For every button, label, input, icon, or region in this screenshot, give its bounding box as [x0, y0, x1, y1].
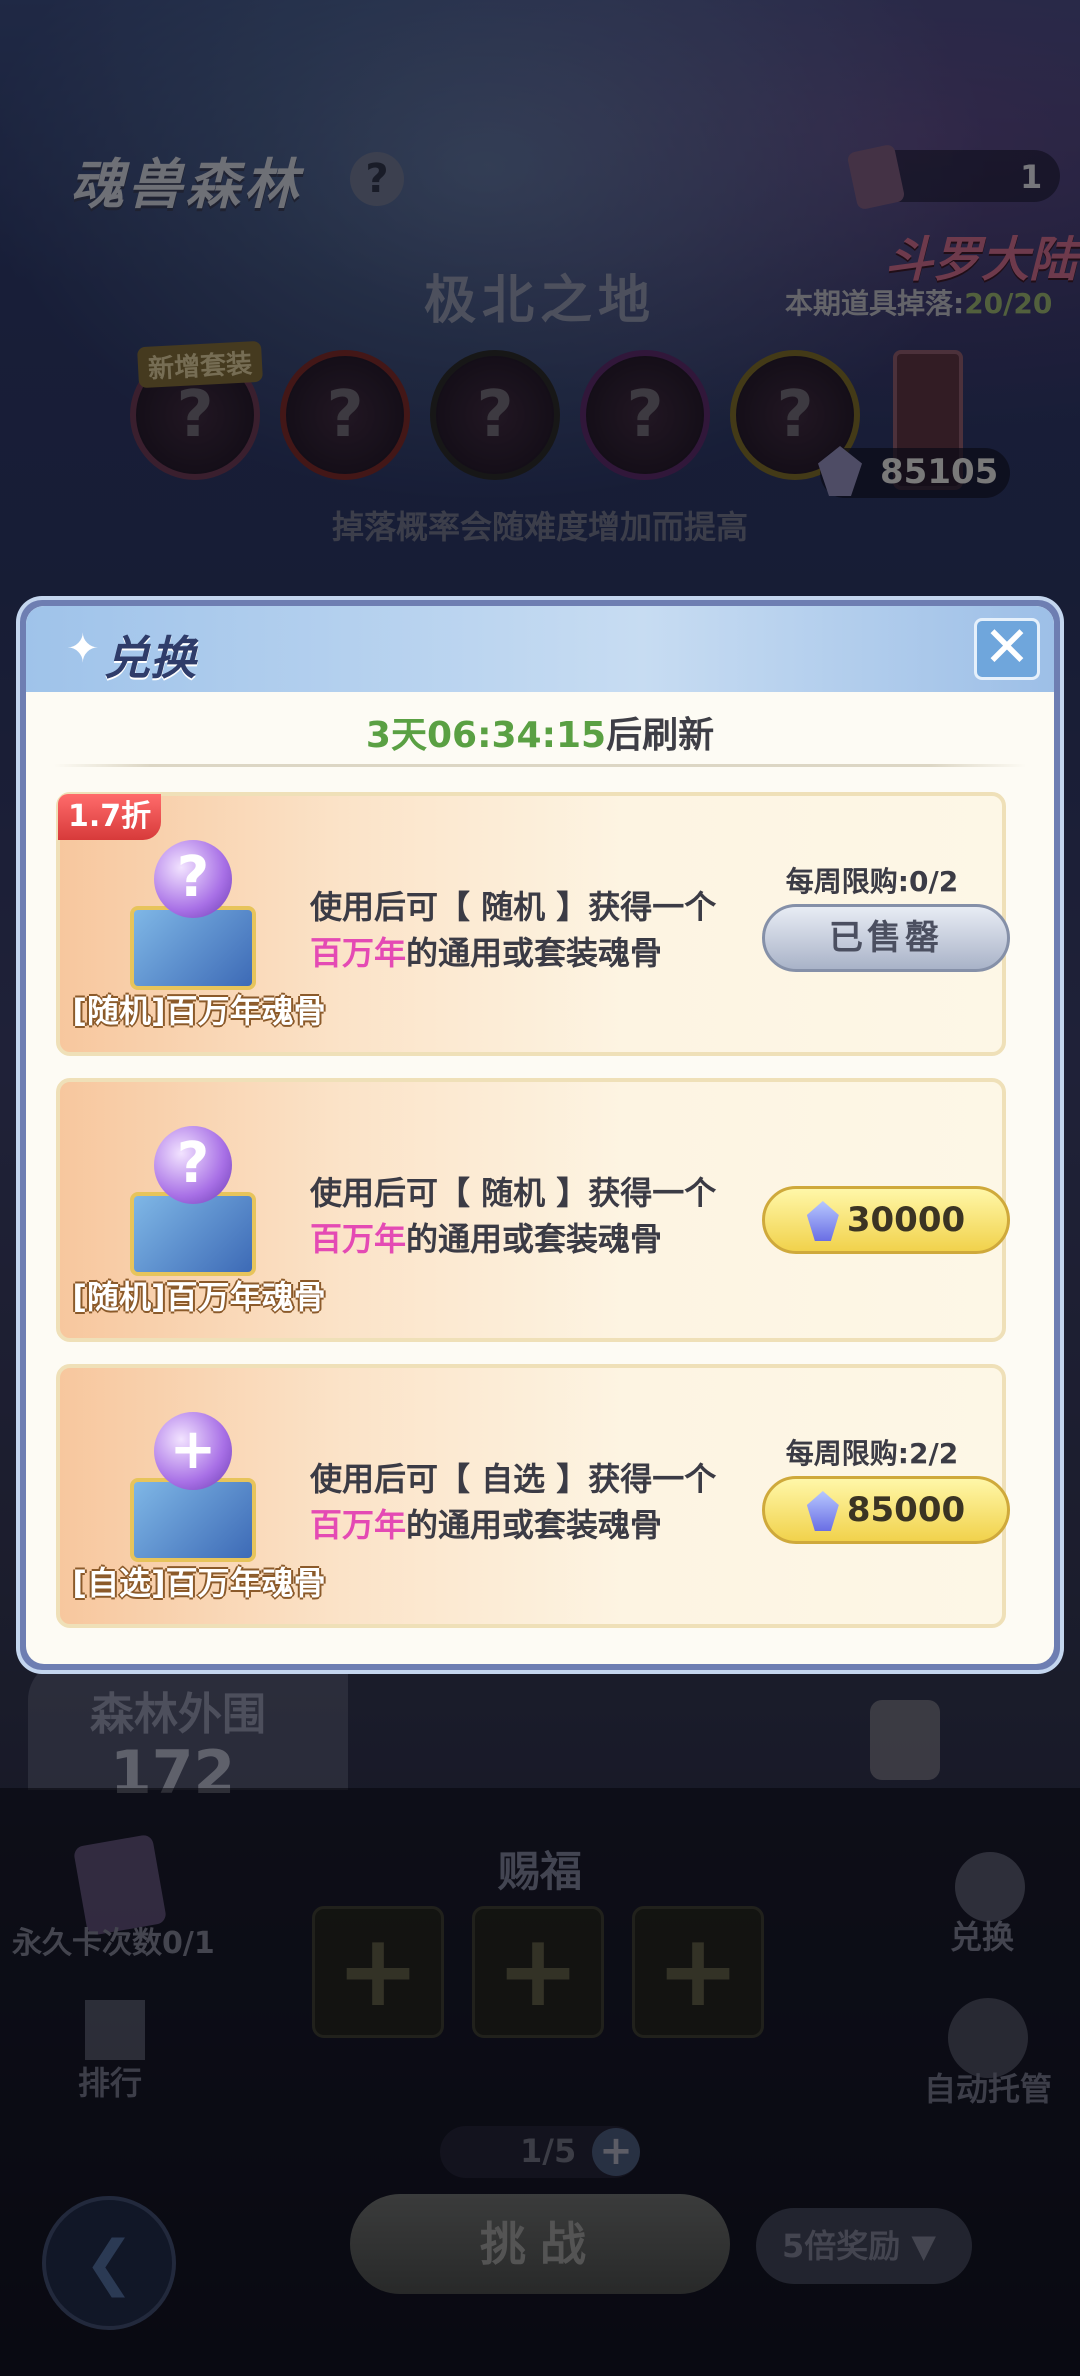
- exchange-item: + [自选]百万年魂骨 使用后可【 自选 】获得一个 百万年的通用或套装魂骨 每周…: [56, 1364, 1010, 1628]
- exchange-item: ? [随机]百万年魂骨 使用后可【 随机 】获得一个 百万年的通用或套装魂骨 30…: [56, 1078, 1010, 1342]
- modal-body: ✦ 兑换 ✕ 3天06:34:15后刷新 1.7折 ? [随机]百万年魂骨 使用…: [26, 606, 1054, 1664]
- close-button[interactable]: ✕: [974, 618, 1040, 680]
- weekly-limit: 每周限购:2/2: [785, 1437, 959, 1470]
- refresh-timer: 3天06:34:15后刷新: [26, 706, 1054, 758]
- item-description-prefix: 使用后可【 随机 】获得一个: [310, 888, 717, 926]
- gem-icon: [806, 1491, 839, 1531]
- question-orb-icon: ?: [154, 1126, 232, 1204]
- price-value: 30000: [846, 1200, 966, 1240]
- question-orb-icon: ?: [154, 840, 232, 918]
- treasure-box-icon: [130, 906, 256, 990]
- item-name: [随机]百万年魂骨: [72, 1278, 326, 1316]
- buy-button[interactable]: 85000: [762, 1476, 1010, 1544]
- treasure-box-icon: [130, 1478, 256, 1562]
- item-description-highlight: 百万年: [310, 1506, 407, 1544]
- item-description-suffix: 的通用或套装魂骨: [406, 934, 663, 972]
- item-description-prefix: 使用后可【 随机 】获得一个: [310, 1174, 717, 1212]
- item-description-suffix: 的通用或套装魂骨: [406, 1506, 663, 1544]
- item-description-highlight: 百万年: [310, 1220, 407, 1258]
- item-description-highlight: 百万年: [310, 934, 407, 972]
- close-icon: ✕: [983, 615, 1031, 680]
- sparkle-icon: ✦: [66, 626, 100, 672]
- item-description: 使用后可【 随机 】获得一个 百万年的通用或套装魂骨: [310, 1170, 770, 1262]
- exchange-item: 1.7折 ? [随机]百万年魂骨 使用后可【 随机 】获得一个 百万年的通用或套装…: [56, 792, 1010, 1056]
- item-description: 使用后可【 随机 】获得一个 百万年的通用或套装魂骨: [310, 884, 770, 976]
- soul-bone-box-icon: +: [130, 1412, 256, 1562]
- item-name: [自选]百万年魂骨: [72, 1564, 326, 1602]
- sold-out-button: 已售罄: [762, 904, 1010, 972]
- exchange-modal: ✦ 兑换 ✕ 3天06:34:15后刷新 1.7折 ? [随机]百万年魂骨 使用…: [20, 600, 1060, 1670]
- modal-header: ✦ 兑换 ✕: [26, 606, 1054, 692]
- item-name: [随机]百万年魂骨: [72, 992, 326, 1030]
- weekly-limit: 每周限购:0/2: [785, 865, 959, 898]
- price-value: 85000: [846, 1490, 966, 1530]
- plus-orb-icon: +: [154, 1412, 232, 1490]
- buy-button[interactable]: 30000: [762, 1186, 1010, 1254]
- gem-icon: [806, 1201, 839, 1241]
- soul-bone-box-icon: ?: [130, 840, 256, 990]
- discount-badge: 1.7折: [58, 794, 162, 840]
- treasure-box-icon: [130, 1192, 256, 1276]
- item-description-prefix: 使用后可【 自选 】获得一个: [310, 1460, 717, 1498]
- divider: [54, 764, 1026, 767]
- refresh-suffix: 后刷新: [606, 715, 715, 756]
- refresh-countdown: 3天06:34:15: [365, 715, 607, 756]
- modal-title: 兑换: [104, 631, 196, 685]
- item-description: 使用后可【 自选 】获得一个 百万年的通用或套装魂骨: [310, 1456, 770, 1548]
- item-description-suffix: 的通用或套装魂骨: [406, 1220, 663, 1258]
- soul-bone-box-icon: ?: [130, 1126, 256, 1276]
